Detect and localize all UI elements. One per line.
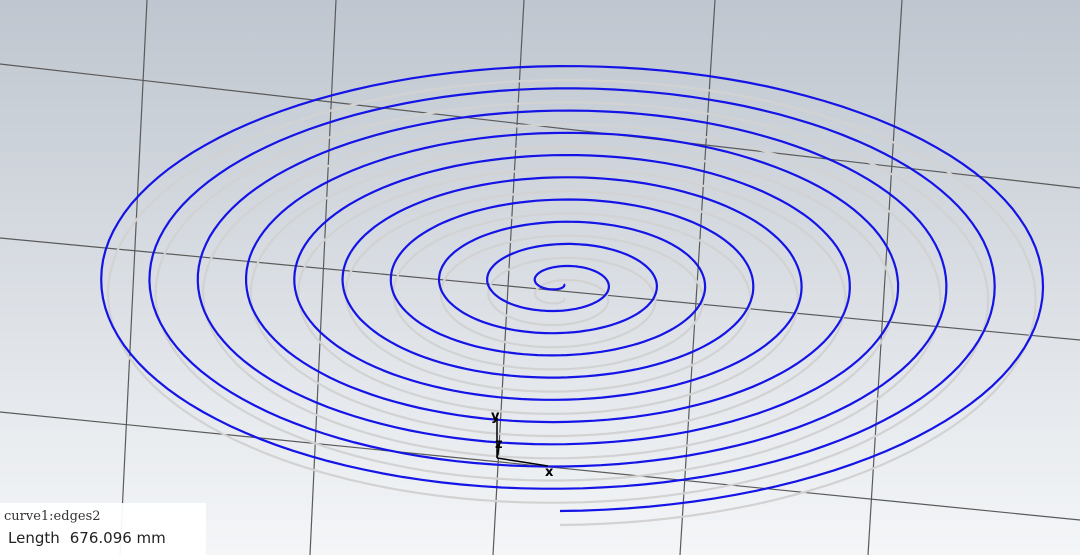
curve-name: curve1:edges2 (4, 509, 101, 524)
viewport-background (0, 0, 1080, 555)
length-value: 676.096 mm (69, 529, 166, 547)
z-axis-label: z (495, 437, 503, 452)
y-axis-label: y (491, 409, 500, 424)
length-label: Length (8, 529, 60, 547)
x-axis-label: x (545, 465, 554, 480)
selection-info-panel: curve1:edges2 Length 676.096 mm (0, 503, 206, 555)
curve-length-row: Length 676.096 mm (4, 527, 206, 549)
3d-viewport[interactable]: x y z curve1:edges2 Length 676.096 mm (0, 0, 1080, 555)
scene-canvas[interactable]: x y z (0, 0, 1080, 555)
